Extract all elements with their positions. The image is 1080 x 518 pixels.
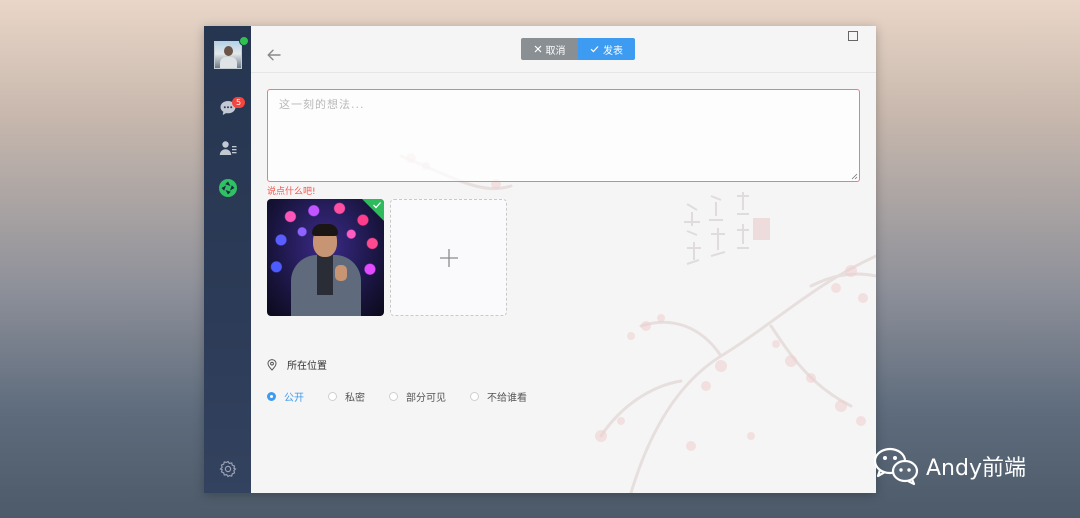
back-arrow-icon[interactable] <box>265 46 283 64</box>
wechat-logo-icon <box>873 447 919 486</box>
maximize-window-icon[interactable] <box>848 31 858 41</box>
visibility-option-public[interactable]: 公开 <box>267 389 304 404</box>
validation-error: 说点什么吧! <box>267 187 316 197</box>
visibility-option-hide-from[interactable]: 不给谁看 <box>470 389 527 404</box>
publish-button-label: 发表 <box>603 45 623 57</box>
app-window: 5 取消 发表 这一刻的想法... 说点什么吧! 所在位置 公开 私密 部分可见… <box>204 26 876 493</box>
radio-button[interactable] <box>389 392 398 401</box>
sidebar: 5 <box>204 26 251 493</box>
radio-label: 部分可见 <box>406 393 446 404</box>
cancel-button[interactable]: 取消 <box>521 38 578 60</box>
close-icon <box>534 45 541 53</box>
location-label: 所在位置 <box>287 361 327 372</box>
visibility-option-partial[interactable]: 部分可见 <box>389 389 446 404</box>
unread-badge: 5 <box>232 97 245 108</box>
uploaded-photo-thumbnail[interactable] <box>267 199 384 316</box>
cancel-button-label: 取消 <box>545 45 566 57</box>
settings-gear-icon[interactable] <box>219 460 237 478</box>
location-selector[interactable]: 所在位置 <box>267 357 327 372</box>
location-pin-icon <box>267 358 277 371</box>
radio-label: 私密 <box>345 393 365 404</box>
online-status-dot <box>239 36 249 46</box>
resize-grip-icon[interactable] <box>851 173 858 180</box>
radio-button[interactable] <box>267 392 276 401</box>
check-icon <box>373 202 381 209</box>
checkmark-icon <box>590 46 599 53</box>
plus-icon <box>439 248 458 267</box>
radio-button[interactable] <box>470 392 479 401</box>
radio-button[interactable] <box>328 392 337 401</box>
watermark-text: Andy前端 <box>926 456 1026 481</box>
contacts-icon[interactable] <box>217 137 239 159</box>
moments-icon[interactable] <box>217 177 239 199</box>
watermark: Andy前端 <box>872 446 1026 486</box>
avatar[interactable] <box>214 41 242 69</box>
visibility-radio-group: 公开 私密 部分可见 不给谁看 <box>267 389 551 404</box>
add-photo-button[interactable] <box>390 199 507 316</box>
publish-button[interactable]: 发表 <box>578 38 635 60</box>
composer-toolbar: 取消 发表 <box>251 26 876 73</box>
post-text-input[interactable] <box>267 89 860 182</box>
action-button-group: 取消 发表 <box>521 38 635 60</box>
radio-label: 公开 <box>284 393 304 404</box>
visibility-option-private[interactable]: 私密 <box>328 389 365 404</box>
composer-panel: 取消 发表 说点什么吧! <box>251 26 876 493</box>
radio-label: 不给谁看 <box>487 393 527 404</box>
